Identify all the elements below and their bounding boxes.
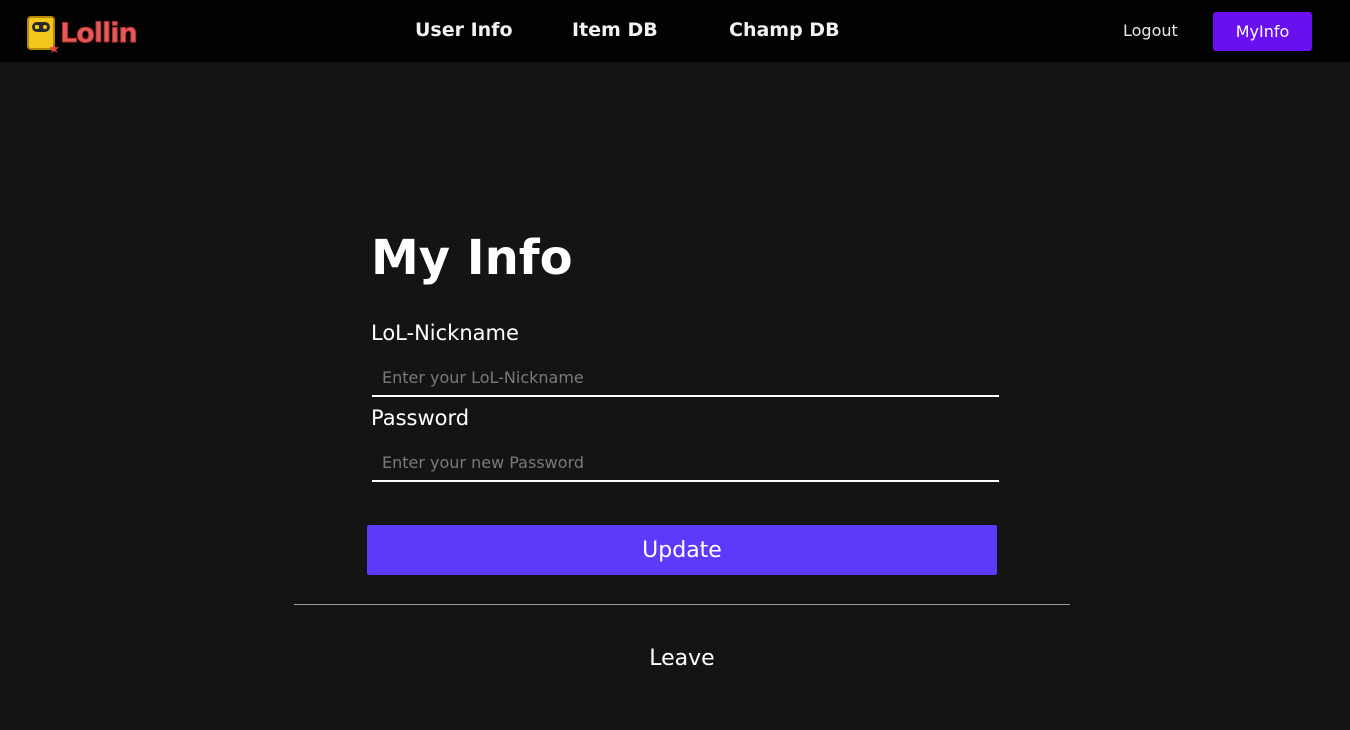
nav-link-item-db[interactable]: Item DB	[572, 19, 658, 41]
nav-link-champ-db[interactable]: Champ DB	[729, 19, 840, 41]
password-label: Password	[371, 406, 470, 430]
star-icon: ★	[48, 42, 60, 57]
divider	[294, 604, 1070, 605]
update-button[interactable]: Update	[367, 525, 997, 575]
top-navbar: ★ Lollin User Info Item DB Champ DB Logo…	[0, 0, 1350, 62]
nav-link-user-info[interactable]: User Info	[415, 19, 513, 41]
nickname-input[interactable]	[372, 359, 999, 397]
page-title: My Info	[371, 230, 573, 286]
logout-link[interactable]: Logout	[1123, 21, 1178, 40]
logo-text: Lollin	[60, 17, 139, 49]
leave-link[interactable]: Leave	[582, 646, 782, 671]
myinfo-button[interactable]: MyInfo	[1213, 12, 1312, 51]
password-input[interactable]	[372, 444, 999, 482]
logo[interactable]: ★ Lollin	[27, 13, 147, 56]
gamepad-icon: ★	[27, 16, 60, 56]
nickname-label: LoL-Nickname	[371, 321, 519, 345]
